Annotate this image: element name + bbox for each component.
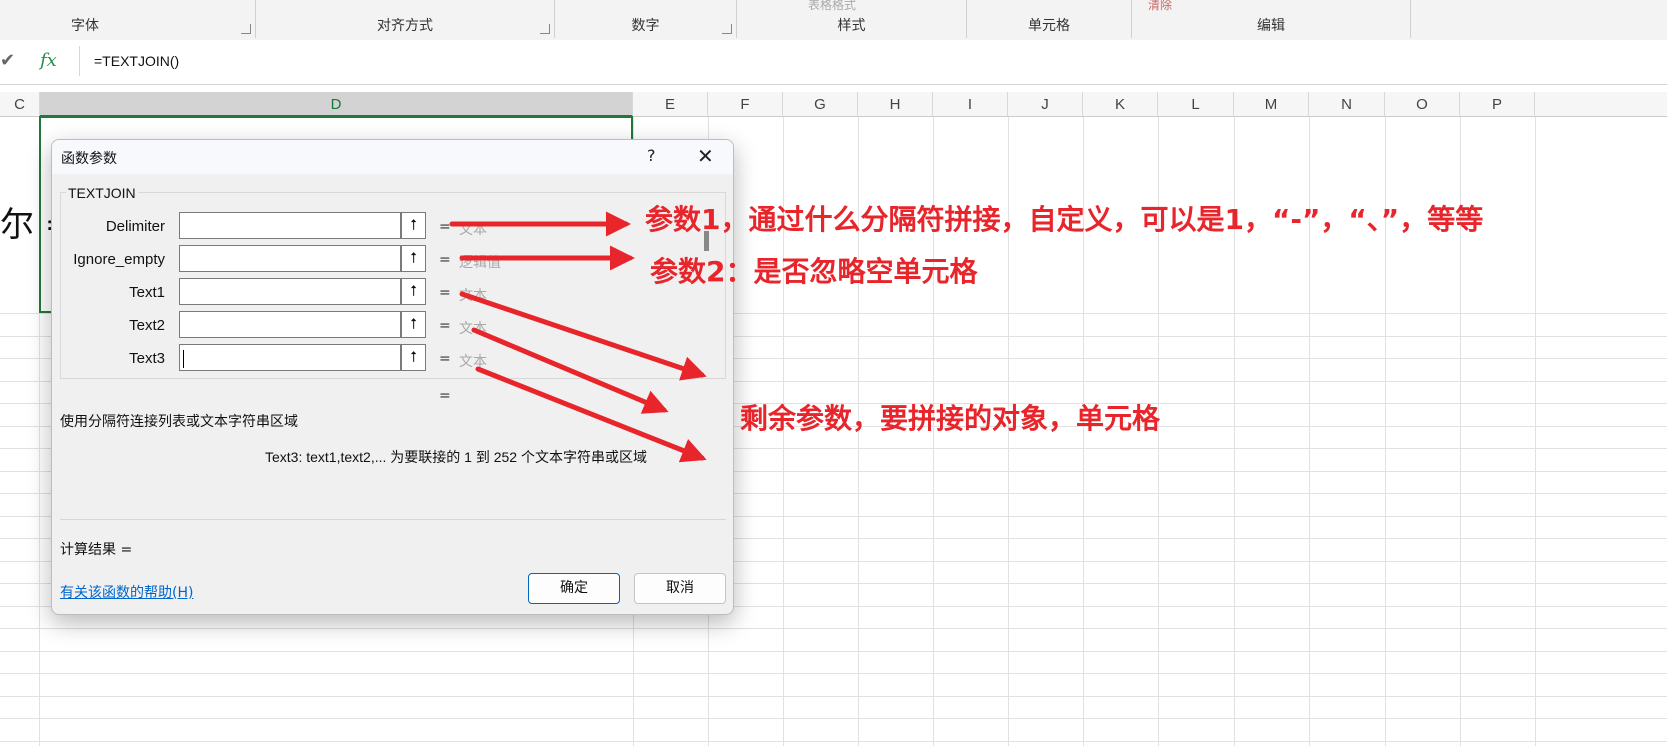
annotation-rest-params: 剩余参数，要拼接的对象，单元格 (740, 402, 1161, 435)
arrow-4 (471, 327, 669, 414)
annotation-param2: 参数2：是否忽略空单元格 (650, 255, 978, 288)
arrow-3 (459, 291, 707, 381)
annotation-arrows (449, 211, 707, 463)
annotation-param1: 参数1，通过什么分隔符拼接，自定义，可以是1，“-”，“、”，等等 (645, 203, 1484, 236)
arrow-5 (475, 366, 707, 463)
